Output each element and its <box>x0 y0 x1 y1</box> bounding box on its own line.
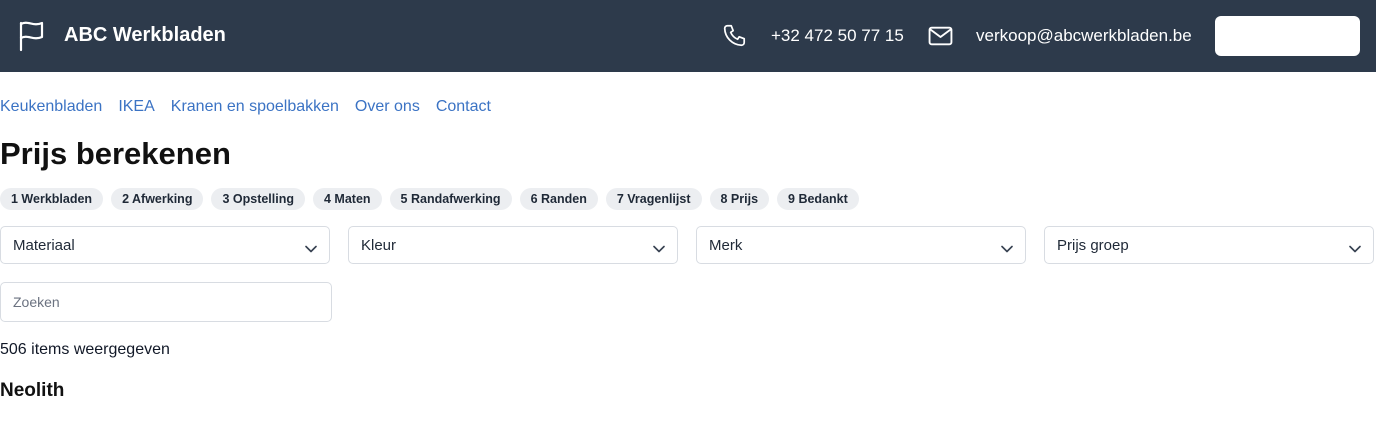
step-werkbladen[interactable]: 1 Werkbladen <box>0 188 104 210</box>
phone-icon <box>722 23 748 54</box>
nav-item-kranen-en-spoelbakken[interactable]: Kranen en spoelbakken <box>171 98 339 116</box>
mail-icon <box>928 25 953 52</box>
filter-kleur-label: Kleur <box>361 237 397 254</box>
chevron-down-icon <box>305 240 317 258</box>
filter-kleur-select[interactable]: Kleur <box>348 226 678 264</box>
chevron-down-icon <box>1001 240 1013 258</box>
results-count: 506 items weergegeven <box>0 341 170 358</box>
header-action-button[interactable] <box>1215 16 1360 56</box>
brand-link[interactable]: ABC Werkbladen <box>18 20 226 52</box>
step-vragenlijst[interactable]: 7 Vragenlijst <box>605 188 702 210</box>
filter-merk-select[interactable]: Merk <box>696 226 1026 264</box>
nav-item-contact[interactable]: Contact <box>436 98 491 116</box>
filter-prijs-groep-select[interactable]: Prijs groep <box>1044 226 1374 264</box>
search-input[interactable] <box>0 282 332 322</box>
step-randen[interactable]: 6 Randen <box>519 188 598 210</box>
page-title: Prijs berekenen <box>0 136 231 171</box>
step-opstelling[interactable]: 3 Opstelling <box>211 188 305 210</box>
step-prijs[interactable]: 8 Prijs <box>709 188 770 210</box>
nav-item-keukenbladen[interactable]: Keukenbladen <box>0 98 102 116</box>
group-heading: Neolith <box>0 380 65 401</box>
step-randafwerking[interactable]: 5 Randafwerking <box>389 188 512 210</box>
step-afwerking[interactable]: 2 Afwerking <box>111 188 204 210</box>
filter-merk-label: Merk <box>709 237 743 254</box>
chevron-down-icon <box>653 240 665 258</box>
flag-icon <box>18 20 46 52</box>
top-bar: ABC Werkbladen +32 472 50 77 15 verkoop@… <box>0 0 1376 72</box>
filter-materiaal-label: Materiaal <box>13 237 75 254</box>
main-nav: Keukenbladen IKEA Kranen en spoelbakken … <box>0 98 491 116</box>
chevron-down-icon <box>1349 240 1361 258</box>
email-link[interactable]: verkoop@abcwerkbladen.be <box>976 26 1192 46</box>
filter-materiaal-select[interactable]: Materiaal <box>0 226 330 264</box>
step-bedankt[interactable]: 9 Bedankt <box>777 188 859 210</box>
step-maten[interactable]: 4 Maten <box>313 188 382 210</box>
nav-item-ikea[interactable]: IKEA <box>118 98 154 116</box>
step-list: 1 Werkbladen 2 Afwerking 3 Opstelling 4 … <box>0 188 859 210</box>
filter-prijs-groep-label: Prijs groep <box>1057 237 1129 254</box>
phone-number-link[interactable]: +32 472 50 77 15 <box>771 26 904 46</box>
brand-name: ABC Werkbladen <box>64 24 226 46</box>
nav-item-over-ons[interactable]: Over ons <box>355 98 420 116</box>
